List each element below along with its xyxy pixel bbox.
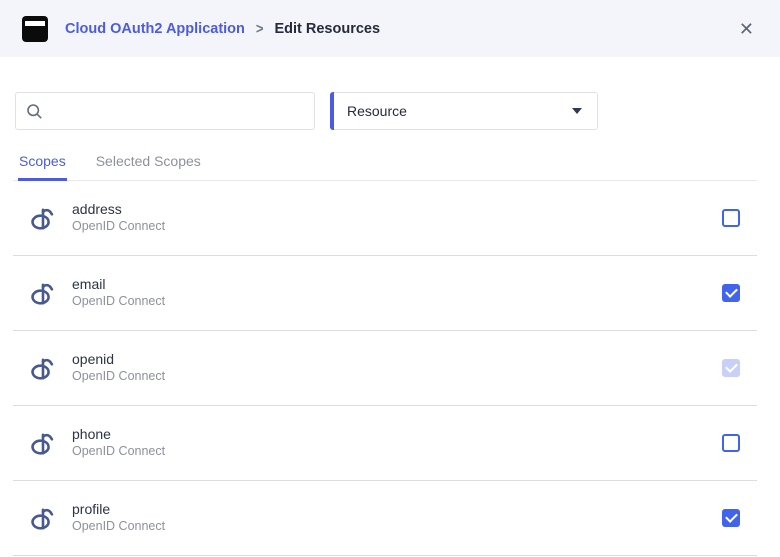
scope-name: address [72, 201, 165, 219]
scope-name: profile [72, 501, 165, 519]
scopes-list: address OpenID Connect email OpenID Conn… [13, 181, 757, 556]
scope-name: openid [72, 351, 165, 369]
resource-select[interactable]: Resource [330, 92, 598, 130]
page-title: Edit Resources [274, 21, 380, 37]
select-accent-bar [330, 92, 334, 130]
scope-name: email [72, 276, 165, 294]
scope-checkbox [722, 359, 740, 377]
search-input[interactable] [51, 102, 304, 120]
toolbar: Resource [15, 92, 780, 130]
scope-type: OpenID Connect [72, 369, 165, 385]
scope-checkbox[interactable] [722, 509, 740, 527]
scope-type: OpenID Connect [72, 519, 165, 535]
scope-checkbox[interactable] [722, 434, 740, 452]
openid-connect-icon [30, 280, 56, 306]
openid-connect-icon [30, 355, 56, 381]
scope-checkbox[interactable] [722, 209, 740, 227]
openid-connect-icon [30, 505, 56, 531]
scope-type: OpenID Connect [72, 444, 165, 460]
tab-scopes[interactable]: Scopes [18, 147, 67, 181]
openid-connect-icon [30, 205, 56, 231]
breadcrumb-parent-link[interactable]: Cloud OAuth2 Application [65, 21, 245, 37]
tab-bar: Scopes Selected Scopes [13, 147, 757, 181]
scope-name: phone [72, 426, 165, 444]
list-item: phone OpenID Connect [13, 406, 757, 481]
scope-type: OpenID Connect [72, 219, 165, 235]
dialog-header: Cloud OAuth2 Application > Edit Resource… [0, 0, 780, 57]
scope-checkbox[interactable] [722, 284, 740, 302]
resource-select-value: Resource [347, 103, 407, 119]
tab-selected-scopes[interactable]: Selected Scopes [95, 147, 202, 180]
close-icon[interactable]: ✕ [737, 18, 756, 40]
scope-type: OpenID Connect [72, 294, 165, 310]
list-item: profile OpenID Connect [13, 481, 757, 556]
search-box [15, 92, 315, 130]
app-window-icon [22, 16, 48, 42]
list-item: address OpenID Connect [13, 181, 757, 256]
chevron-down-icon [572, 108, 582, 114]
list-item: email OpenID Connect [13, 256, 757, 331]
breadcrumb-separator-icon: > [256, 20, 264, 37]
list-item: openid OpenID Connect [13, 331, 757, 406]
openid-connect-icon [30, 430, 56, 456]
search-icon [26, 103, 43, 120]
